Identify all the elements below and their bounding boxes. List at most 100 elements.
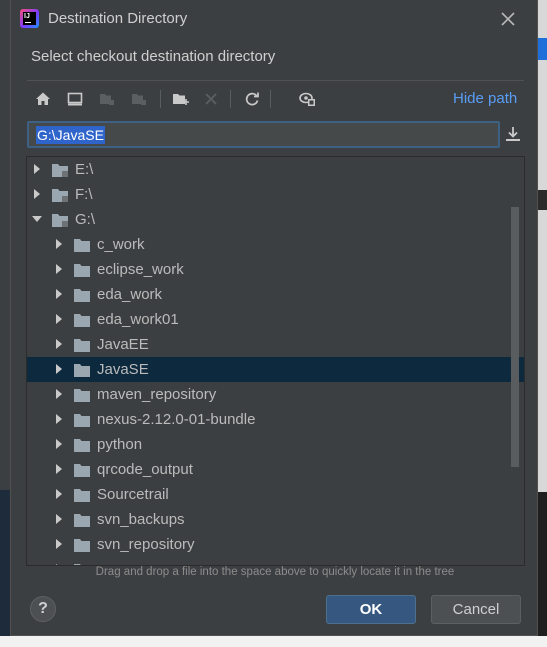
folder-icon — [74, 264, 90, 277]
tree-row-label: eda_work — [97, 286, 163, 303]
collapsed-arrow-icon[interactable] — [53, 263, 65, 275]
tree-row-label: E:\ — [75, 161, 94, 178]
hide-path-link[interactable]: Hide path — [453, 90, 517, 107]
tree-row[interactable]: eda_work01 — [27, 307, 524, 332]
divider — [27, 80, 524, 81]
folder-icon — [74, 289, 90, 302]
drive-icon — [52, 214, 68, 227]
drive-icon — [52, 189, 68, 202]
collapsed-arrow-icon[interactable] — [53, 363, 65, 375]
file-chooser-toolbar: Hide path — [27, 86, 527, 112]
download-path-button[interactable] — [503, 124, 525, 146]
tree-row-label: F:\ — [75, 186, 93, 203]
window-title: Destination Directory — [48, 10, 188, 27]
expanded-arrow-icon[interactable] — [31, 213, 43, 225]
folder-icon — [74, 489, 90, 502]
show-hidden-icon — [299, 92, 315, 106]
tree-row-label: c_work — [97, 236, 145, 253]
help-button[interactable]: ? — [30, 596, 56, 622]
directory-tree[interactable]: E:\ F:\ G:\ c_work eclipse_work eda_work eda_w… — [26, 156, 525, 566]
folder-icon — [74, 514, 90, 527]
tree-row[interactable]: JavaSE — [27, 357, 524, 382]
new-folder-button[interactable] — [168, 86, 194, 112]
collapsed-arrow-icon[interactable] — [31, 163, 43, 175]
tree-row-label: nexus-2.12.0-01-bundle — [97, 411, 256, 428]
tree-row[interactable]: maven_repository — [27, 382, 524, 407]
home-button[interactable] — [30, 86, 56, 112]
title-bar[interactable]: IJ Destination Directory — [11, 0, 537, 38]
tree-row[interactable]: svn_backups — [27, 507, 524, 532]
tree-row-label: maven_repository — [97, 386, 217, 403]
delete-button[interactable] — [198, 86, 224, 112]
refresh-button[interactable] — [239, 86, 265, 112]
tree-row-label: svn_backups — [97, 511, 185, 528]
tree-row[interactable]: svn_repository — [27, 532, 524, 557]
toolbar-separator — [270, 90, 271, 108]
folder-icon — [74, 539, 90, 552]
background-window-right-strip — [538, 190, 547, 210]
path-field[interactable]: G:\JavaSE — [27, 121, 500, 148]
folder-icon — [74, 364, 90, 377]
tree-row-label: python — [97, 436, 143, 453]
toolbar-separator — [230, 90, 231, 108]
collapsed-arrow-icon[interactable] — [53, 288, 65, 300]
toolbar-separator — [160, 90, 161, 108]
tree-row-label: G:\ — [75, 211, 96, 228]
collapsed-arrow-icon[interactable] — [53, 463, 65, 475]
tree-row-label: JavaEE — [97, 336, 149, 353]
tree-row-label: eda_work01 — [97, 311, 179, 328]
tree-scrollbar[interactable] — [511, 207, 519, 467]
collapsed-arrow-icon[interactable] — [53, 313, 65, 325]
refresh-icon — [245, 92, 259, 106]
tree-row-label: qrcode_output — [97, 461, 193, 478]
tree-row[interactable]: qrcode_output — [27, 457, 524, 482]
folder-icon — [74, 339, 90, 352]
close-icon — [501, 12, 515, 26]
project-button[interactable] — [94, 86, 120, 112]
tree-row[interactable]: F:\ — [27, 182, 524, 207]
folder-icon — [74, 389, 90, 402]
background-window-bottom — [0, 636, 547, 647]
desktop-button[interactable] — [62, 86, 88, 112]
folder-icon — [74, 239, 90, 252]
background-window-right-lower — [538, 492, 547, 647]
download-icon — [506, 127, 520, 141]
tree-row[interactable]: eclipse_work — [27, 257, 524, 282]
collapsed-arrow-icon[interactable] — [53, 338, 65, 350]
tree-row[interactable]: JavaEE — [27, 332, 524, 357]
collapsed-arrow-icon[interactable] — [53, 413, 65, 425]
collapsed-arrow-icon[interactable] — [53, 438, 65, 450]
tree-row[interactable]: G:\ — [27, 207, 524, 232]
tree-row-label: svn_repository — [97, 536, 195, 553]
tree-row[interactable]: c_work — [27, 232, 524, 257]
collapsed-arrow-icon[interactable] — [53, 513, 65, 525]
tree-row[interactable]: python — [27, 432, 524, 457]
desktop-icon — [67, 92, 83, 106]
folder-icon — [74, 464, 90, 477]
collapsed-arrow-icon[interactable] — [53, 238, 65, 250]
collapsed-arrow-icon[interactable] — [53, 388, 65, 400]
close-button[interactable] — [495, 6, 521, 32]
tree-row[interactable]: nexus-2.12.0-01-bundle — [27, 407, 524, 432]
show-hidden-button[interactable] — [295, 86, 321, 112]
folder-icon — [74, 314, 90, 327]
path-input[interactable] — [35, 125, 490, 144]
folder-icon — [74, 414, 90, 427]
tree-row[interactable]: Sourcetrail — [27, 482, 524, 507]
destination-directory-dialog: IJ Destination Directory Select checkout… — [10, 0, 538, 636]
collapsed-arrow-icon[interactable] — [31, 188, 43, 200]
collapsed-arrow-icon[interactable] — [53, 488, 65, 500]
tree-row[interactable]: E:\ — [27, 157, 524, 182]
collapsed-arrow-icon[interactable] — [53, 538, 65, 550]
tree-row-label: Sourcetrail — [97, 486, 169, 503]
tree-row[interactable] — [27, 557, 524, 565]
delete-icon — [205, 93, 217, 105]
tree-row[interactable]: eda_work — [27, 282, 524, 307]
tree-row-label: JavaSE — [97, 361, 149, 378]
project-icon — [100, 94, 114, 105]
intellij-app-icon: IJ — [20, 9, 39, 28]
cancel-button[interactable]: Cancel — [431, 595, 521, 624]
module-button[interactable] — [126, 86, 152, 112]
module-icon — [132, 94, 146, 105]
ok-button[interactable]: OK — [326, 595, 416, 624]
